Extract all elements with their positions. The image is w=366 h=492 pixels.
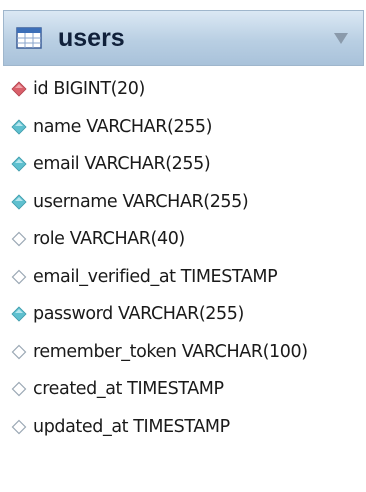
nullable-diamond-icon: [10, 230, 28, 248]
column-row[interactable]: id BIGINT(20): [10, 74, 145, 104]
column-label: email VARCHAR(255): [33, 154, 211, 174]
not-null-diamond-icon: [10, 305, 28, 323]
column-row[interactable]: updated_at TIMESTAMP: [10, 412, 230, 442]
column-row[interactable]: username VARCHAR(255): [10, 187, 249, 217]
column-row[interactable]: email_verified_at TIMESTAMP: [10, 262, 278, 292]
column-label: updated_at TIMESTAMP: [33, 416, 230, 437]
not-null-diamond-icon: [10, 193, 28, 211]
column-row[interactable]: created_at TIMESTAMP: [10, 374, 224, 404]
entity-users: users id BIGINT(20) name VARCHAR(255) em…: [0, 0, 366, 492]
primary-key-diamond-icon: [10, 80, 28, 98]
column-row[interactable]: name VARCHAR(255): [10, 112, 212, 142]
column-label: username VARCHAR(255): [33, 191, 249, 212]
nullable-diamond-icon: [10, 380, 28, 398]
collapse-arrow-icon[interactable]: [333, 31, 349, 45]
nullable-diamond-icon: [10, 268, 28, 286]
not-null-diamond-icon: [10, 155, 28, 173]
column-label: email_verified_at TIMESTAMP: [33, 266, 278, 287]
column-label: id BIGINT(20): [33, 79, 145, 99]
entity-title: users: [58, 23, 125, 52]
column-label: created_at TIMESTAMP: [33, 379, 224, 399]
column-row[interactable]: role VARCHAR(40): [10, 224, 185, 254]
column-label: password VARCHAR(255): [33, 304, 244, 324]
column-row[interactable]: remember_token VARCHAR(100): [10, 337, 308, 367]
nullable-diamond-icon: [10, 343, 28, 361]
table-icon: [16, 27, 42, 49]
column-label: name VARCHAR(255): [33, 116, 213, 137]
column-label: remember_token VARCHAR(100): [33, 341, 308, 362]
column-row[interactable]: email VARCHAR(255): [10, 149, 211, 179]
entity-header[interactable]: users: [3, 10, 364, 66]
nullable-diamond-icon: [10, 418, 28, 436]
column-row[interactable]: password VARCHAR(255): [10, 299, 244, 329]
not-null-diamond-icon: [10, 118, 28, 136]
column-label: role VARCHAR(40): [33, 229, 185, 249]
